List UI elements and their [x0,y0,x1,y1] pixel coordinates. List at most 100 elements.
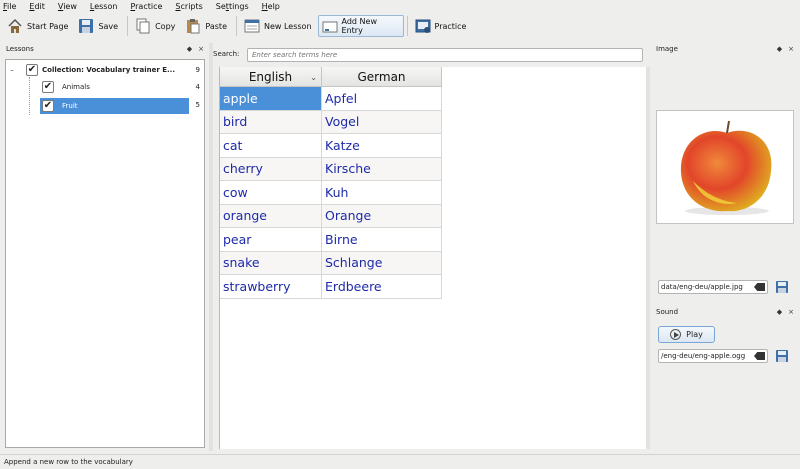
add-new-entry-button[interactable]: Add New Entry [317,15,404,37]
paste-label: Paste [205,21,227,31]
column-header-english[interactable]: English ⌄ [220,67,322,87]
image-panel-header: Image ◆ × [653,43,797,55]
cell-german[interactable]: Apfel [322,87,442,110]
play-icon [670,329,682,340]
close-icon[interactable]: × [198,45,204,53]
float-icon[interactable]: ◆ [777,45,782,53]
cell-german[interactable]: Schlange [322,251,442,274]
tree-item-count: 5 [195,101,200,109]
table-row[interactable]: pear Birne [220,228,442,252]
animals-checkbox[interactable]: ✔ [42,81,54,93]
save-label: Save [98,21,119,31]
toolbar-separator [127,16,129,36]
cell-english[interactable]: strawberry [220,275,322,298]
sound-file-field[interactable]: /eng-deu/eng-apple.ogg [658,349,768,363]
menu-item[interactable]: File [3,2,16,11]
cell-german[interactable]: Birne [322,228,442,251]
toolbar-separator [406,16,408,36]
cell-english[interactable]: snake [220,251,322,274]
start-page-button[interactable]: Start Page [3,15,74,37]
float-icon[interactable]: ◆ [187,45,192,53]
tree-collection-row[interactable]: – ✔ Collection: Vocabulary trainer E... … [6,62,204,78]
paste-button[interactable]: Paste [181,15,233,37]
cell-german[interactable]: Orange [322,204,442,227]
cell-german[interactable]: Kuh [322,181,442,204]
table-row[interactable]: cat Katze [220,134,442,158]
practice-icon [415,18,431,34]
close-icon[interactable]: × [788,45,794,53]
table-row[interactable]: strawberry Erdbeere [220,275,442,299]
start-page-label: Start Page [27,21,69,31]
practice-button[interactable]: Practice [411,15,473,37]
table-header: English ⌄ German [220,67,442,87]
new-lesson-icon [244,18,260,34]
status-text: Append a new row to the vocabulary [4,458,133,466]
clear-icon[interactable] [754,283,765,291]
menu-item[interactable]: Help [262,2,280,11]
add-new-entry-label: Add New Entry [341,17,377,35]
toolbar-separator [235,16,237,36]
cell-german[interactable]: Erdbeere [322,275,442,298]
sound-panel-header: Sound ◆ × [653,306,797,318]
table-row[interactable]: bird Vogel [220,110,442,134]
column-header-german[interactable]: German [322,67,442,87]
fruit-checkbox[interactable]: ✔ [42,100,54,112]
tree-item-label: Animals [62,83,90,91]
cell-english[interactable]: bird [220,110,322,133]
cell-german[interactable]: Kirsche [322,157,442,180]
cell-german[interactable]: Vogel [322,110,442,133]
menu-item[interactable]: Lesson [90,2,118,11]
tree-guide-line [29,77,30,115]
clear-icon[interactable] [754,352,765,360]
toolbar: Start Page Save Copy Paste New Lesson Ad… [0,13,800,39]
cell-english[interactable]: cherry [220,157,322,180]
menu-item[interactable]: Settings [216,2,249,11]
save-image-icon[interactable] [775,280,789,294]
image-preview [656,110,794,224]
menu-item[interactable]: Practice [130,2,162,11]
table-row[interactable]: apple Apfel [220,87,442,111]
tree-item-count: 4 [195,83,200,91]
search-input[interactable] [247,48,643,62]
float-icon[interactable]: ◆ [777,308,782,316]
cell-german[interactable]: Katze [322,134,442,157]
save-button[interactable]: Save [74,15,124,37]
save-icon [78,18,94,34]
copy-button[interactable]: Copy [131,15,181,37]
tree-item-label: Fruit [62,102,78,110]
save-sound-icon[interactable] [775,349,789,363]
menu-item[interactable]: View [58,2,77,11]
column-header-label: German [357,70,406,84]
tree-item-fruit[interactable]: ✔ Fruit [40,98,189,114]
right-splitter[interactable] [646,67,650,449]
table-row[interactable]: snake Schlange [220,251,442,275]
new-lesson-label: New Lesson [263,21,312,31]
tree-item-animals[interactable]: ✔ Animals 4 [42,79,204,95]
lessons-tree: – ✔ Collection: Vocabulary trainer E... … [5,59,205,448]
collapse-icon[interactable]: – [6,66,18,74]
table-row[interactable]: cherry Kirsche [220,157,442,181]
menu-item[interactable]: Edit [29,2,45,11]
play-button[interactable]: Play [658,326,715,343]
cell-english[interactable]: cat [220,134,322,157]
sound-panel-title: Sound [656,308,679,316]
collection-checkbox[interactable]: ✔ [26,64,38,76]
collection-count: 9 [195,66,200,74]
cell-english[interactable]: pear [220,228,322,251]
sound-file-path: /eng-deu/eng-apple.ogg [661,352,746,360]
image-file-field[interactable]: data/eng-deu/apple.jpg [658,280,768,294]
copy-icon [135,18,151,34]
cell-english[interactable]: cow [220,181,322,204]
left-splitter[interactable] [209,43,213,451]
cell-english[interactable]: apple [220,87,322,110]
table-row[interactable]: cow Kuh [220,181,442,205]
close-icon[interactable]: × [788,308,794,316]
new-lesson-button[interactable]: New Lesson [240,15,318,37]
collection-label: Collection: Vocabulary trainer E... [42,66,176,74]
cell-english[interactable]: orange [220,204,322,227]
table-row[interactable]: orange Orange [220,204,442,228]
menu-item[interactable]: Scripts [175,2,202,11]
home-icon [7,18,23,34]
play-label: Play [686,330,703,339]
sort-chevron-icon[interactable]: ⌄ [310,73,317,82]
